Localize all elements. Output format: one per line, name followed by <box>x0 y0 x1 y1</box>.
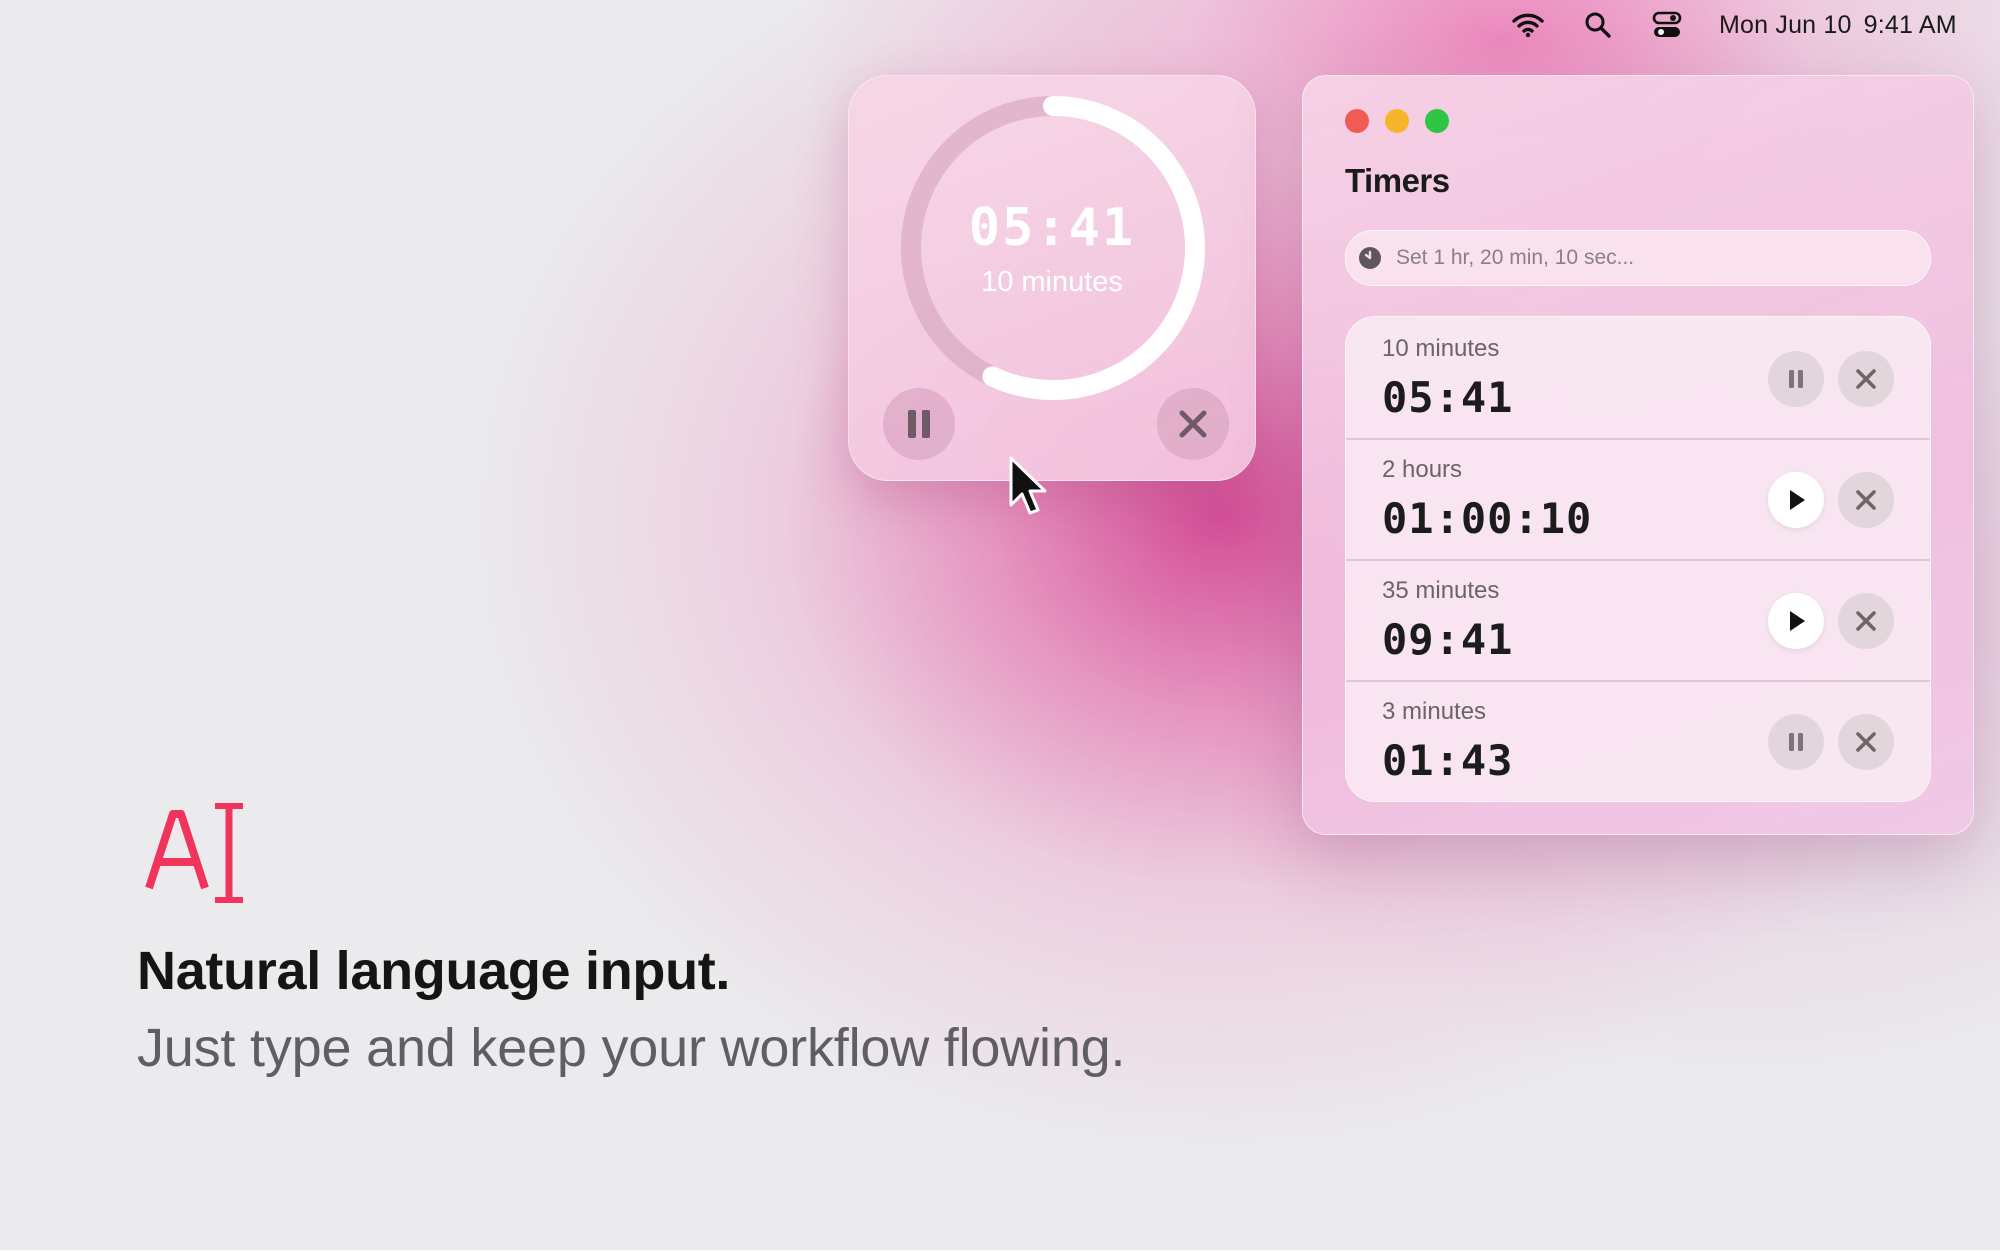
timer-row[interactable]: 2 hours 01:00:10 <box>1346 438 1930 558</box>
text-cursor-icon <box>145 803 243 903</box>
mouse-cursor-icon <box>1009 456 1047 515</box>
timer-time: 01:00:10 <box>1382 494 1593 543</box>
menu-date: Mon Jun 10 <box>1719 10 1852 39</box>
pause-icon <box>1789 733 1803 751</box>
timer-name: 35 minutes <box>1382 577 1500 604</box>
menu-bar: Mon Jun 10 9:41 AM <box>0 0 2000 50</box>
window-close-button[interactable] <box>1345 109 1369 133</box>
play-icon <box>1790 490 1805 510</box>
window-zoom-button[interactable] <box>1425 109 1449 133</box>
timer-time: 01:43 <box>1382 736 1514 785</box>
wifi-icon[interactable] <box>1512 0 1544 50</box>
widget-close-button[interactable] <box>1157 388 1229 460</box>
timer-time: 09:41 <box>1382 615 1514 664</box>
timer-widget[interactable]: 05:41 10 minutes <box>848 75 1256 481</box>
timer-cancel-button[interactable] <box>1838 351 1894 407</box>
timer-input-box[interactable] <box>1345 230 1931 286</box>
pause-icon <box>1789 370 1803 388</box>
timer-input[interactable] <box>1396 246 1876 270</box>
close-icon <box>1856 611 1876 631</box>
widget-time: 05:41 <box>968 198 1136 258</box>
timer-name: 2 hours <box>1382 456 1463 483</box>
menu-time: 9:41 AM <box>1863 10 1957 39</box>
search-icon[interactable] <box>1584 0 1612 50</box>
promo-headline: Natural language input. <box>137 941 731 1001</box>
window-title: Timers <box>1345 162 1450 199</box>
timer-play-button[interactable] <box>1768 593 1824 649</box>
play-icon <box>1790 611 1805 631</box>
close-icon <box>1856 369 1876 389</box>
window-minimize-button[interactable] <box>1385 109 1409 133</box>
control-center-icon[interactable] <box>1652 0 1682 50</box>
widget-pause-button[interactable] <box>883 388 955 460</box>
clock-icon <box>1359 247 1381 269</box>
timers-window[interactable]: Timers 10 minutes 05:41 <box>1302 75 1974 835</box>
timer-row[interactable]: 3 minutes 01:43 <box>1346 680 1930 800</box>
timer-time: 05:41 <box>1382 373 1514 422</box>
timer-name: 10 minutes <box>1382 335 1500 362</box>
timer-row[interactable]: 10 minutes 05:41 <box>1346 317 1930 437</box>
timer-cancel-button[interactable] <box>1838 593 1894 649</box>
timer-play-button[interactable] <box>1768 472 1824 528</box>
timer-row[interactable]: 35 minutes 09:41 <box>1346 559 1930 679</box>
timer-cancel-button[interactable] <box>1838 714 1894 770</box>
timer-cancel-button[interactable] <box>1838 472 1894 528</box>
close-icon <box>1179 410 1207 438</box>
timer-pause-button[interactable] <box>1768 351 1824 407</box>
close-icon <box>1856 732 1876 752</box>
pause-icon <box>908 410 930 438</box>
widget-label: 10 minutes <box>981 266 1123 298</box>
timer-pause-button[interactable] <box>1768 714 1824 770</box>
close-icon <box>1856 490 1876 510</box>
timer-list: 10 minutes 05:41 2 hours 01:00:10 35 min… <box>1345 316 1931 802</box>
promo-subline: Just type and keep your workflow flowing… <box>137 1018 1126 1078</box>
timer-name: 3 minutes <box>1382 698 1487 725</box>
menu-bar-clock[interactable]: Mon Jun 10 9:41 AM <box>1719 0 1957 50</box>
